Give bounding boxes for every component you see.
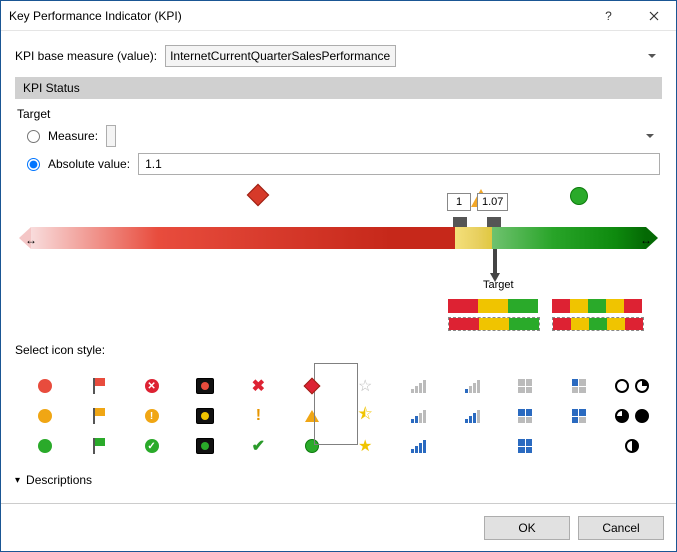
window-title: Key Performance Indicator (KPI)	[9, 9, 586, 23]
style-bars-4[interactable]	[393, 433, 444, 459]
style-tiles-5[interactable]	[553, 433, 604, 459]
select-icon-style-label: Select icon style:	[15, 343, 662, 357]
slider-seg-yellow	[455, 227, 492, 249]
style-light-green[interactable]	[179, 433, 230, 459]
style-triangle-yellow[interactable]	[286, 403, 337, 429]
style-x-mark[interactable]: ✖	[233, 373, 284, 399]
threshold-slider[interactable]: 1 1.07 Target	[15, 187, 662, 297]
descriptions-label: Descriptions	[26, 473, 92, 487]
high-threshold-badge[interactable]: 1.07	[477, 193, 508, 211]
help-button[interactable]: ?	[586, 1, 631, 30]
base-measure-label: KPI base measure (value):	[15, 49, 157, 63]
style-flag-yellow[interactable]	[72, 403, 123, 429]
descriptions-expander[interactable]: ▾ Descriptions	[15, 473, 662, 487]
style-tiles-4[interactable]	[500, 433, 551, 459]
dialog-body: KPI base measure (value): InternetCurren…	[1, 31, 676, 503]
base-measure-row: KPI base measure (value): InternetCurren…	[15, 45, 662, 67]
resize-left-icon[interactable]	[25, 233, 37, 247]
style-bars-3[interactable]	[446, 403, 497, 429]
style-star-empty[interactable]: ☆	[340, 373, 391, 399]
target-marker	[493, 249, 497, 273]
style-flag-red[interactable]	[72, 373, 123, 399]
close-button[interactable]	[631, 1, 676, 30]
style-bars-1[interactable]	[446, 373, 497, 399]
style-bars-5[interactable]	[446, 433, 497, 459]
style-light-red[interactable]	[179, 373, 230, 399]
resize-right-icon[interactable]	[640, 233, 652, 247]
measure-radio-input[interactable]	[27, 130, 40, 143]
style-flag-green[interactable]	[72, 433, 123, 459]
style-light-yellow[interactable]	[179, 403, 230, 429]
low-threshold-badge[interactable]: 1	[447, 193, 471, 211]
style-circle-green[interactable]	[286, 433, 337, 459]
absolute-radio-input[interactable]	[27, 158, 40, 171]
style-x-circle[interactable]: ✕	[126, 373, 177, 399]
target-measure-row: Measure:	[25, 125, 660, 147]
style-star-full[interactable]: ★	[340, 433, 391, 459]
style-tiles-3[interactable]	[553, 403, 604, 429]
icon-style-grid: ✕ ✖ ☆ ! ! ⯪	[15, 371, 662, 461]
status-good-icon	[570, 187, 590, 207]
kpi-status-header-label: KPI Status	[23, 81, 80, 95]
measure-select[interactable]	[106, 125, 116, 147]
base-measure-select[interactable]: InternetCurrentQuarterSalesPerformance	[165, 45, 396, 67]
icon-style-area: ✕ ✖ ☆ ! ! ⯪	[15, 363, 662, 461]
scheme-ryg-dashed[interactable]	[448, 317, 540, 331]
style-dots-red[interactable]	[19, 373, 70, 399]
style-bars-0[interactable]	[393, 373, 444, 399]
base-measure-combo[interactable]: InternetCurrentQuarterSalesPerformance	[165, 45, 662, 67]
kpi-dialog: Key Performance Indicator (KPI) ? KPI ba…	[0, 0, 677, 552]
close-icon	[649, 11, 659, 21]
style-pie-row1[interactable]	[607, 373, 658, 399]
measure-radio[interactable]: Measure:	[25, 129, 98, 143]
kpi-status-header: KPI Status	[15, 77, 662, 99]
target-group: Target Measure: Absolute value:	[15, 105, 662, 175]
target-label: Target	[17, 107, 660, 121]
scheme-5step-dashed[interactable]	[552, 317, 644, 331]
scheme-5step-solid[interactable]	[552, 299, 644, 313]
style-dots-green[interactable]	[19, 433, 70, 459]
slider-seg-red	[31, 227, 455, 249]
slider-track	[31, 227, 646, 249]
target-marker-label: Target	[483, 279, 514, 291]
style-check-mark[interactable]: ✔	[233, 433, 284, 459]
absolute-radio[interactable]: Absolute value:	[25, 157, 130, 171]
titlebar: Key Performance Indicator (KPI) ?	[1, 1, 676, 31]
style-excl-mark[interactable]: !	[233, 403, 284, 429]
status-bad-icon	[250, 187, 270, 207]
style-tiles-0[interactable]	[500, 373, 551, 399]
style-tiles-2[interactable]	[500, 403, 551, 429]
style-check-circle[interactable]: ✓	[126, 433, 177, 459]
ok-button[interactable]: OK	[484, 516, 570, 540]
measure-combo[interactable]	[106, 125, 660, 147]
absolute-radio-label: Absolute value:	[48, 157, 130, 171]
style-bars-2[interactable]	[393, 403, 444, 429]
style-excl-circle[interactable]: !	[126, 403, 177, 429]
style-diamond-red[interactable]	[286, 373, 337, 399]
chevron-down-icon: ▾	[15, 475, 20, 486]
color-scheme-swatches	[15, 299, 662, 331]
measure-radio-label: Measure:	[48, 129, 98, 143]
style-star-half[interactable]: ⯪	[340, 403, 391, 429]
style-pie-row3[interactable]	[607, 433, 658, 459]
slider-seg-green	[492, 227, 646, 249]
style-pie-row2[interactable]	[607, 403, 658, 429]
cancel-button[interactable]: Cancel	[578, 516, 664, 540]
style-dots-yellow[interactable]	[19, 403, 70, 429]
absolute-value-input[interactable]	[138, 153, 660, 175]
dialog-footer: OK Cancel	[1, 503, 676, 551]
scheme-ryg-solid[interactable]	[448, 299, 540, 313]
target-absolute-row: Absolute value:	[25, 153, 660, 175]
style-tiles-1[interactable]	[553, 373, 604, 399]
